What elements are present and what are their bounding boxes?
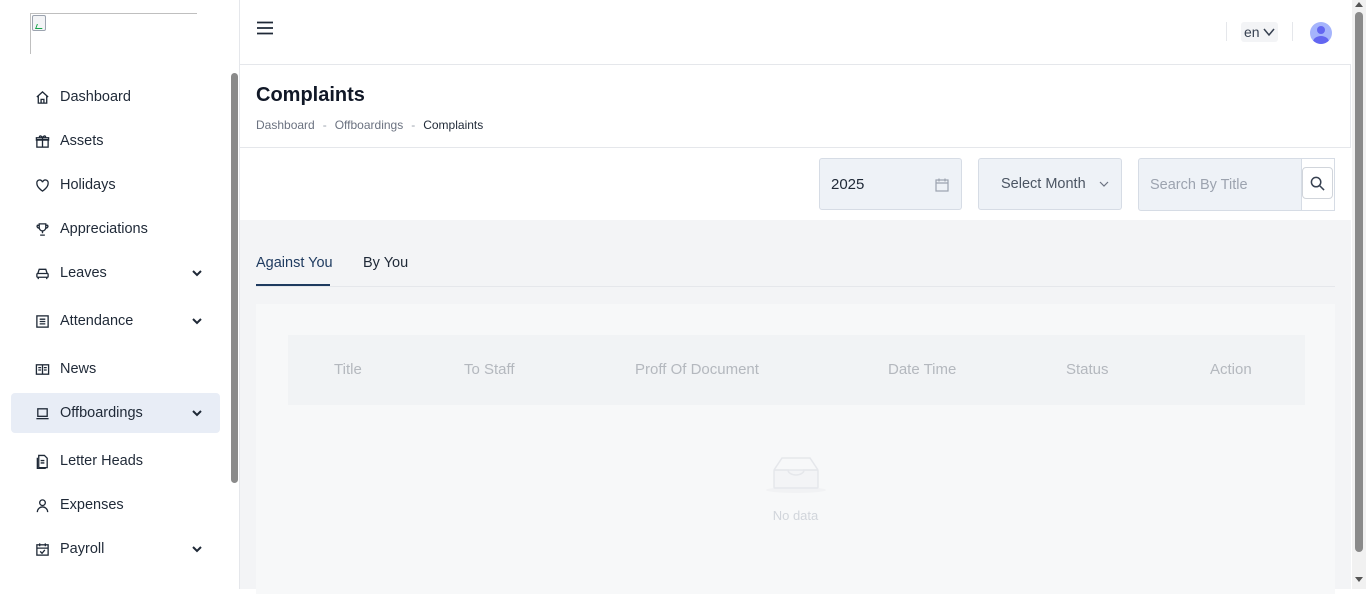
sidebar-item-label: Offboardings xyxy=(60,405,143,421)
sidebar-item-label: Dashboard xyxy=(60,89,131,105)
sidebar-item-appreciations[interactable]: Appreciations xyxy=(11,209,220,249)
sidebar-item-attendance[interactable]: Attendance xyxy=(11,301,220,341)
sidebar-item-label: Payroll xyxy=(60,541,105,557)
column-header-status: Status xyxy=(1066,361,1109,378)
empty-state-text: No data xyxy=(772,508,819,523)
breadcrumb-current: Complaints xyxy=(423,118,484,132)
tab-by-you[interactable]: By You xyxy=(363,255,408,271)
top-bar: en xyxy=(240,0,1352,64)
calendar-check-icon xyxy=(34,541,50,557)
search-input[interactable] xyxy=(1138,158,1302,211)
sidebar-item-label: Attendance xyxy=(60,313,134,329)
month-select[interactable]: Select Month xyxy=(978,158,1122,210)
divider xyxy=(1292,22,1293,41)
search-button[interactable] xyxy=(1302,167,1333,199)
filter-bar: 2025 Select Month xyxy=(240,148,1351,220)
chevron-down-icon xyxy=(192,410,202,417)
chevron-down-icon xyxy=(1099,181,1109,187)
breadcrumb-separator: - xyxy=(411,118,416,132)
chevron-down-icon xyxy=(192,270,202,277)
sidebar-item-dashboard[interactable]: Dashboard xyxy=(11,77,220,117)
main-content: Against You By You Title To Staff Proff … xyxy=(240,220,1351,594)
sidebar-item-payroll[interactable]: Payroll xyxy=(11,529,220,569)
sidebar-item-label: News xyxy=(60,361,97,377)
column-header-to-staff: To Staff xyxy=(464,361,515,378)
search-icon xyxy=(1310,176,1325,191)
column-header-title: Title xyxy=(334,361,362,378)
sidebar-item-letter-heads[interactable]: Letter Heads xyxy=(11,441,220,481)
sidebar-item-expenses[interactable]: Expenses xyxy=(11,485,220,525)
laptop-icon xyxy=(34,405,50,421)
breadcrumb-link-offboardings[interactable]: Offboardings xyxy=(335,118,404,132)
empty-inbox-icon xyxy=(766,457,826,493)
page-title: Complaints xyxy=(256,84,365,106)
sidebar-item-label: Expenses xyxy=(60,497,124,513)
user-avatar[interactable] xyxy=(1310,22,1332,44)
car-icon xyxy=(34,265,50,281)
year-value: 2025 xyxy=(831,175,865,193)
complaints-table-card: Title To Staff Proff Of Document Date Ti… xyxy=(256,304,1335,594)
table-header: Title To Staff Proff Of Document Date Ti… xyxy=(288,335,1305,405)
breadcrumb-link-dashboard[interactable]: Dashboard xyxy=(256,118,315,132)
divider xyxy=(1226,22,1227,41)
sidebar-scrollbar[interactable] xyxy=(231,73,238,483)
hamburger-menu-icon[interactable] xyxy=(256,19,274,37)
breadcrumb-separator: - xyxy=(322,118,327,132)
column-header-action: Action xyxy=(1210,361,1252,378)
chevron-down-icon xyxy=(192,546,202,553)
page-scrollbar[interactable] xyxy=(1352,0,1366,589)
avatar-body xyxy=(1313,36,1329,44)
scrollbar-thumb[interactable] xyxy=(1355,12,1363,552)
document-icon xyxy=(34,453,50,469)
column-header-date-time: Date Time xyxy=(888,361,957,378)
trophy-icon xyxy=(34,221,50,237)
newspaper-icon xyxy=(34,361,50,377)
scroll-down-arrow-icon[interactable] xyxy=(1355,577,1363,582)
tab-bar: Against You By You xyxy=(256,242,1335,287)
sidebar-item-offboardings[interactable]: Offboardings xyxy=(11,393,220,433)
sidebar-item-label: Assets xyxy=(60,133,104,149)
month-select-placeholder: Select Month xyxy=(1001,176,1086,192)
avatar-head xyxy=(1317,26,1325,34)
sidebar-item-holidays[interactable]: Holidays xyxy=(11,165,220,205)
breadcrumb: Dashboard - Offboardings - Complaints xyxy=(256,118,483,132)
tab-against-you[interactable]: Against You xyxy=(256,255,333,271)
chevron-down-icon xyxy=(192,318,202,325)
sidebar-item-label: Appreciations xyxy=(60,221,148,237)
column-header-proof-of-document: Proff Of Document xyxy=(635,361,759,378)
sidebar-item-assets[interactable]: Assets xyxy=(11,121,220,161)
year-picker[interactable]: 2025 xyxy=(819,158,962,210)
user-icon xyxy=(34,497,50,513)
home-icon xyxy=(34,89,50,105)
sidebar-item-label: Letter Heads xyxy=(60,453,144,469)
sidebar-item-news[interactable]: News xyxy=(11,349,220,389)
calendar-icon xyxy=(935,178,949,192)
broken-image-icon xyxy=(32,15,46,31)
language-label: en xyxy=(1244,24,1260,40)
sidebar-item-label: Leaves xyxy=(60,265,107,281)
sidebar-item-label: Holidays xyxy=(60,177,116,193)
active-tab-indicator xyxy=(256,284,330,286)
heart-icon xyxy=(34,177,50,193)
list-icon xyxy=(34,313,50,329)
company-logo[interactable] xyxy=(30,13,197,54)
gift-icon xyxy=(34,133,50,149)
chevron-down-icon xyxy=(1263,28,1275,37)
scroll-up-arrow-icon[interactable] xyxy=(1355,2,1363,7)
page-header: Complaints Dashboard - Offboardings - Co… xyxy=(240,64,1351,148)
language-selector[interactable]: en xyxy=(1241,22,1278,42)
sidebar: Dashboard Assets Holidays Appreciations … xyxy=(0,0,240,589)
sidebar-item-leaves[interactable]: Leaves xyxy=(11,253,220,293)
